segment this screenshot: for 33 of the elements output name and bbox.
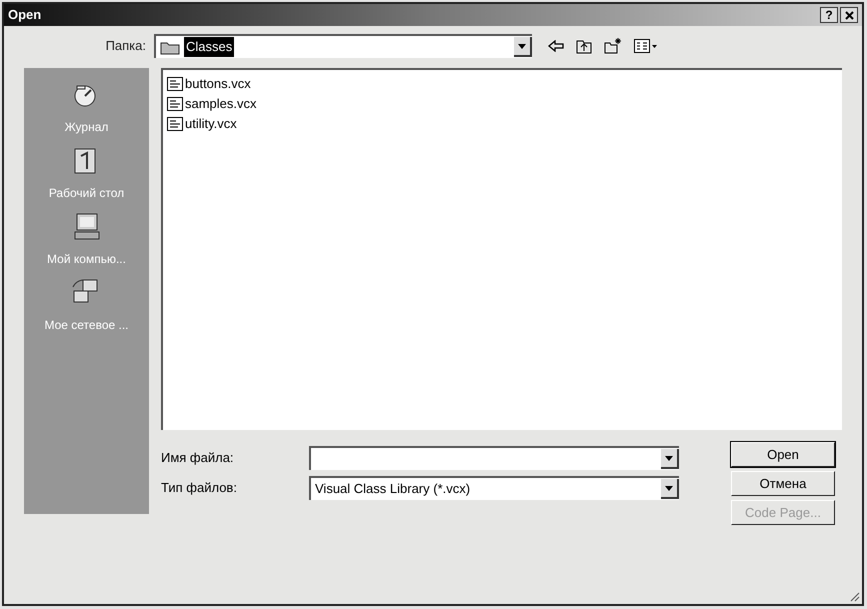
file-type-dropdown[interactable]: Visual Class Library (*.vcx) — [309, 476, 679, 500]
up-folder-icon[interactable] — [576, 38, 592, 54]
file-item[interactable]: samples.vcx — [167, 94, 257, 114]
resize-grip-icon[interactable] — [848, 590, 860, 602]
folder-dropdown[interactable]: Classes — [154, 34, 532, 58]
caret-icon — [518, 44, 526, 48]
file-item[interactable]: utility.vcx — [167, 114, 237, 134]
close-button[interactable] — [840, 7, 858, 23]
folder-icon — [160, 40, 180, 54]
folder-name: Classes — [184, 37, 234, 57]
dropdown-arrow-button[interactable] — [514, 37, 532, 57]
file-type-value: Visual Class Library (*.vcx) — [315, 480, 470, 498]
file-name-field[interactable] — [309, 446, 679, 470]
dropdown-arrow-button[interactable] — [661, 449, 679, 469]
computer-icon — [72, 212, 102, 242]
caret-icon — [665, 456, 673, 460]
new-folder-icon[interactable] — [604, 38, 622, 54]
close-icon — [844, 10, 854, 20]
help-button[interactable]: ? — [820, 7, 838, 23]
class-library-file-icon — [167, 117, 183, 131]
file-type-label: Тип файлов: — [161, 479, 238, 498]
file-item[interactable]: buttons.vcx — [167, 74, 251, 94]
class-library-file-icon — [167, 97, 183, 111]
back-arrow-icon[interactable] — [548, 40, 564, 52]
file-name-label: Имя файла: — [161, 449, 235, 468]
folder-label: Папка: — [104, 37, 147, 56]
dialog-button[interactable]: Отмена — [731, 471, 835, 496]
class-library-file-icon — [167, 77, 183, 91]
dialog-button[interactable]: Open — [731, 442, 835, 467]
dropdown-arrow-button[interactable] — [661, 479, 679, 499]
window-title: Open — [8, 6, 42, 24]
caret-icon — [665, 486, 673, 490]
view-menu-icon[interactable] — [634, 39, 658, 53]
